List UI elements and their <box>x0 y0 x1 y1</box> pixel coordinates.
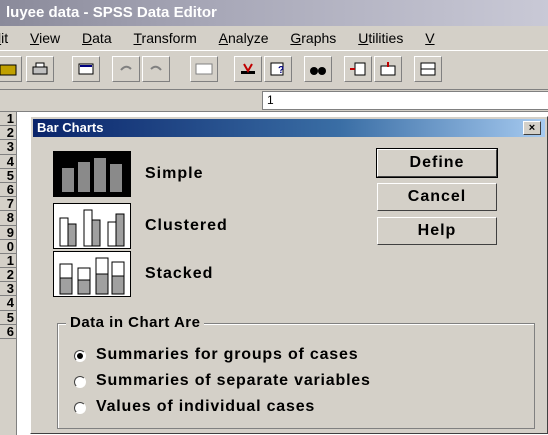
clustered-bar-chart-icon[interactable] <box>53 203 131 249</box>
radio-button[interactable] <box>74 350 86 362</box>
undo-icon <box>120 65 132 71</box>
dialog-recall-button[interactable] <box>72 56 100 82</box>
menu-utilities[interactable]: Utilities <box>358 26 403 50</box>
radio-label: Values of individual cases <box>96 398 316 415</box>
groupbox-title: Data in Chart Are <box>66 314 205 331</box>
row-number[interactable]: 2 <box>0 267 16 283</box>
split-file-button[interactable] <box>414 56 442 82</box>
radio-label: Summaries of separate variables <box>96 372 371 389</box>
simple-bar-chart-icon[interactable] <box>53 151 131 197</box>
chart-type-label: Clustered <box>145 217 228 234</box>
undo-button[interactable] <box>112 56 140 82</box>
row-number[interactable]: 3 <box>0 140 16 155</box>
row-number[interactable]: 5 <box>0 168 16 183</box>
menu-transform[interactable]: Transform <box>134 26 197 50</box>
row-number[interactable]: 1 <box>0 112 16 127</box>
menu-view[interactable]: View <box>30 26 60 50</box>
variable-info-icon: ? <box>270 62 284 76</box>
app-titlebar: luyee data - SPSS Data Editor <box>0 0 548 26</box>
cell-editor-bar: 1 <box>0 90 548 112</box>
row-number[interactable]: 5 <box>0 310 16 325</box>
print-button[interactable] <box>26 56 54 82</box>
row-number[interactable]: 6 <box>0 324 16 339</box>
chart-window-icon <box>195 63 213 75</box>
chart-type-simple[interactable]: Simple <box>53 151 293 199</box>
menu-data[interactable]: Data <box>82 26 112 50</box>
binoculars-icon <box>310 67 326 75</box>
app-title: luyee data - SPSS Data Editor <box>6 4 217 21</box>
radio-button[interactable] <box>74 376 86 388</box>
insert-variable-button[interactable] <box>374 56 402 82</box>
goto-case-button[interactable] <box>234 56 262 82</box>
row-number[interactable]: 1 <box>0 253 16 269</box>
menu-graphs[interactable]: Graphs <box>290 26 336 50</box>
define-button[interactable]: Define <box>376 148 498 178</box>
menu-window[interactable]: V <box>425 26 434 50</box>
row-number[interactable]: 7 <box>0 197 16 212</box>
chart-type-clustered[interactable]: Clustered <box>53 203 293 251</box>
printer-icon <box>32 62 48 75</box>
insert-variable-icon <box>380 62 396 76</box>
toolbar: ? <box>0 50 548 90</box>
stacked-bar-chart-icon[interactable] <box>53 251 131 297</box>
variables-button[interactable]: ? <box>264 56 292 82</box>
menu-edit[interactable]: lit <box>0 26 8 50</box>
dialog-title: Bar Charts <box>37 120 104 135</box>
cancel-button[interactable]: Cancel <box>377 183 497 211</box>
close-icon: × <box>528 122 536 134</box>
row-number[interactable]: 6 <box>0 182 16 198</box>
bar-charts-dialog: Bar Charts × Simple Clustered Stacked De… <box>30 116 548 434</box>
menubar: lit View Data Transform Analyze Graphs U… <box>0 26 548 50</box>
radio-label: Summaries for groups of cases <box>96 346 359 363</box>
folder-icon <box>0 64 17 76</box>
chart-type-stacked[interactable]: Stacked <box>53 251 293 299</box>
chart-type-label: Stacked <box>145 265 214 282</box>
row-number[interactable]: 0 <box>0 239 16 254</box>
redo-icon <box>150 65 162 71</box>
open-button[interactable] <box>0 56 22 82</box>
row-number[interactable]: 9 <box>0 225 16 240</box>
row-number[interactable]: 3 <box>0 282 16 297</box>
dialog-recall-icon <box>78 63 94 75</box>
chart-type-label: Simple <box>145 165 204 182</box>
help-button[interactable]: Help <box>377 217 497 245</box>
menu-analyze[interactable]: Analyze <box>219 26 269 50</box>
row-headers: 1 2 3 4 5 6 7 8 9 0 1 2 3 4 5 6 <box>0 112 17 435</box>
row-number[interactable]: 4 <box>0 296 16 311</box>
row-number[interactable]: 2 <box>0 126 16 141</box>
goto-chart-button[interactable] <box>190 56 218 82</box>
insert-case-icon <box>350 62 366 76</box>
dialog-titlebar: Bar Charts × <box>33 119 545 137</box>
redo-button[interactable] <box>142 56 170 82</box>
goto-case-icon <box>241 63 255 74</box>
data-in-chart-groupbox: Data in Chart Are Summaries for groups o… <box>57 314 535 429</box>
row-number[interactable]: 4 <box>0 154 16 169</box>
split-file-icon <box>420 62 436 76</box>
cell-value-field[interactable]: 1 <box>262 91 548 110</box>
find-button[interactable] <box>304 56 332 82</box>
radio-button[interactable] <box>74 402 86 414</box>
insert-case-button[interactable] <box>344 56 372 82</box>
row-number[interactable]: 8 <box>0 211 16 226</box>
svg-text:?: ? <box>278 65 284 76</box>
close-button[interactable]: × <box>523 121 541 135</box>
